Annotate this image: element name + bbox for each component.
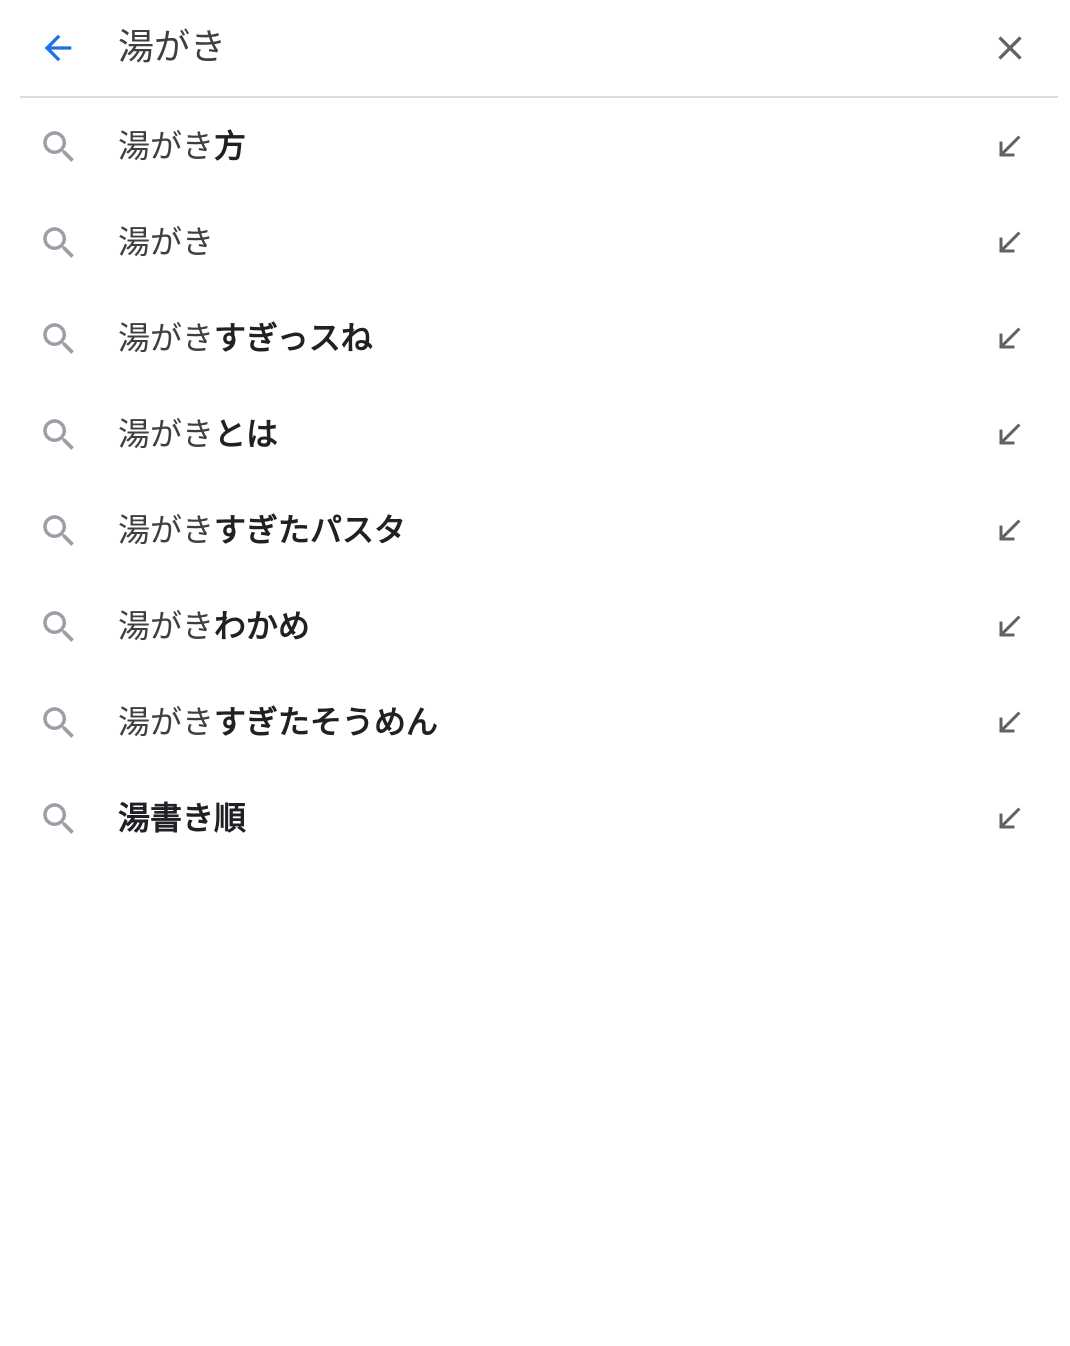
suggestion-completion: わかめ — [214, 607, 311, 645]
suggestion-item[interactable]: 湯がき — [0, 194, 1070, 290]
suggestion-prefix: 湯がき — [118, 415, 215, 453]
back-button[interactable] — [20, 10, 96, 86]
arrow-up-left-icon — [999, 135, 1021, 157]
fill-query-button[interactable] — [982, 502, 1038, 558]
suggestion-item[interactable]: 湯がきすぎっスね — [0, 290, 1070, 386]
search-icon — [43, 323, 74, 354]
clear-button[interactable] — [972, 10, 1048, 86]
arrow-up-left-icon — [999, 711, 1021, 733]
fill-query-button[interactable] — [982, 694, 1038, 750]
fill-query-button[interactable] — [982, 598, 1038, 654]
suggestion-item[interactable]: 湯がき方 — [0, 98, 1070, 194]
suggestion-item[interactable]: 湯書き順 — [0, 770, 1070, 866]
suggestion-text: 湯がきすぎっスね — [118, 310, 373, 366]
suggestion-text: 湯がきすぎたそうめん — [118, 694, 438, 750]
search-icon — [43, 419, 74, 450]
close-icon — [998, 36, 1022, 60]
suggestion-item[interactable]: 湯がきわかめ — [0, 578, 1070, 674]
arrow-up-left-icon — [999, 231, 1021, 253]
suggestion-completion: すぎたそうめん — [214, 703, 439, 741]
arrow-up-left-icon — [999, 327, 1021, 349]
suggestion-item[interactable]: 湯がきとは — [0, 386, 1070, 482]
suggestion-completion: 湯書き順 — [118, 799, 247, 837]
arrow-up-left-icon — [999, 519, 1021, 541]
suggestion-prefix: 湯がき — [118, 511, 215, 549]
search-input[interactable]: 湯がき — [118, 20, 226, 76]
arrow-up-left-icon — [999, 423, 1021, 445]
arrow-up-left-icon — [999, 615, 1021, 637]
suggestion-text: 湯がき方 — [118, 118, 246, 174]
search-icon — [43, 707, 74, 738]
suggestion-prefix: 湯がき — [118, 703, 215, 741]
suggestion-item[interactable]: 湯がきすぎたパスタ — [0, 482, 1070, 578]
fill-query-button[interactable] — [982, 310, 1038, 366]
suggestion-item[interactable]: 湯がきすぎたそうめん — [0, 674, 1070, 770]
arrow-up-left-icon — [999, 807, 1021, 829]
suggestion-completion: 方 — [214, 127, 247, 165]
suggestion-text: 湯がきわかめ — [118, 598, 310, 654]
suggestion-prefix: 湯がき — [118, 607, 215, 645]
search-icon — [43, 131, 74, 162]
fill-query-button[interactable] — [982, 406, 1038, 462]
search-icon — [43, 803, 74, 834]
suggestion-text: 湯がき — [118, 214, 214, 270]
fill-query-button[interactable] — [982, 118, 1038, 174]
arrow-back-icon — [44, 34, 72, 62]
search-header: 湯がき — [0, 0, 1070, 96]
search-icon — [43, 227, 74, 258]
fill-query-button[interactable] — [982, 790, 1038, 846]
suggestion-text: 湯書き順 — [118, 790, 246, 846]
fill-query-button[interactable] — [982, 214, 1038, 270]
suggestion-completion: すぎたパスタ — [214, 511, 407, 549]
suggestion-list: 湯がき方 湯がき 湯がきすぎっスね 湯がきとは 湯がきすぎたパスタ 湯がきわかめ 湯がきすぎ… — [0, 98, 1070, 866]
suggestion-completion: とは — [214, 415, 279, 453]
suggestion-completion: すぎっスね — [214, 319, 373, 357]
search-icon — [43, 611, 74, 642]
search-icon — [43, 515, 74, 546]
suggestion-prefix: 湯がき — [118, 223, 215, 261]
suggestion-text: 湯がきすぎたパスタ — [118, 502, 406, 558]
suggestion-prefix: 湯がき — [118, 127, 215, 165]
suggestion-prefix: 湯がき — [118, 319, 215, 357]
suggestion-text: 湯がきとは — [118, 406, 278, 462]
